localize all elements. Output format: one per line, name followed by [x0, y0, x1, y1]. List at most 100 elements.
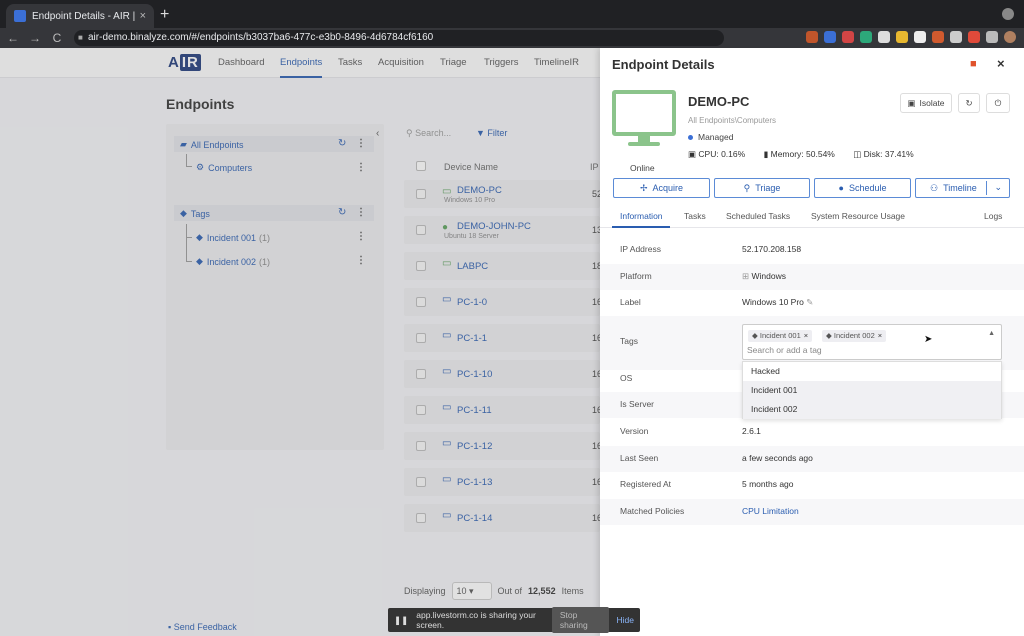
- close-icon[interactable]: ×: [997, 56, 1005, 71]
- more-icon[interactable]: ⋮: [356, 255, 366, 266]
- air-logo[interactable]: A IR: [168, 54, 201, 71]
- table-row[interactable]: ▭ PC-1-10 16: [404, 360, 602, 388]
- tag-search-input[interactable]: Search or add a tag: [747, 345, 822, 355]
- table-row[interactable]: ▭ PC-1-12 16: [404, 432, 602, 460]
- device-name[interactable]: PC-1-12: [457, 441, 492, 452]
- triage-button[interactable]: ⚲ Triage: [714, 178, 810, 198]
- refresh-icon[interactable]: ↻: [338, 138, 346, 149]
- row-checkbox[interactable]: [416, 441, 426, 451]
- timeline-button[interactable]: ⚇ Timeline ⌄: [915, 178, 1010, 198]
- puzzle-icon[interactable]: [986, 31, 998, 43]
- nav-triggers[interactable]: Triggers: [484, 48, 519, 78]
- device-name[interactable]: DEMO-PC: [457, 185, 502, 196]
- tab-scheduled-tasks[interactable]: Scheduled Tasks: [726, 211, 790, 221]
- policy-link[interactable]: CPU Limitation: [742, 506, 799, 516]
- table-row[interactable]: ▭ PC-1-1 16: [404, 324, 602, 352]
- device-name[interactable]: PC-1-13: [457, 477, 492, 488]
- back-icon[interactable]: ←: [4, 31, 22, 45]
- url-field[interactable]: ■ air-demo.binalyze.com/#/endpoints/b303…: [74, 30, 724, 46]
- nav-dashboard[interactable]: Dashboard: [218, 48, 264, 78]
- row-checkbox[interactable]: [416, 513, 426, 523]
- extension-icon[interactable]: [842, 31, 854, 43]
- row-checkbox[interactable]: [416, 477, 426, 487]
- tag-select[interactable]: ◆ Incident 001 × ◆ Incident 002 × ▲ Search…: [742, 324, 1002, 360]
- device-name[interactable]: DEMO-JOHN-PC: [457, 221, 531, 232]
- column-device-name[interactable]: Device Name: [444, 162, 498, 172]
- nav-timelineir[interactable]: TimelineIR: [534, 48, 579, 78]
- trash-icon[interactable]: ■: [970, 58, 977, 70]
- table-row[interactable]: ▭ PC-1-0 16: [404, 288, 602, 316]
- extension-icon[interactable]: [860, 31, 872, 43]
- tab-tasks[interactable]: Tasks: [684, 211, 706, 221]
- new-tab-button[interactable]: +: [160, 6, 169, 24]
- shutdown-button[interactable]: ⏻: [986, 93, 1010, 113]
- device-name[interactable]: LABPC: [457, 261, 488, 272]
- row-checkbox[interactable]: [416, 261, 426, 271]
- row-checkbox[interactable]: [416, 369, 426, 379]
- extension-icon[interactable]: [950, 31, 962, 43]
- send-feedback-link[interactable]: ▪ Send Feedback: [168, 622, 237, 632]
- remove-tag-icon[interactable]: ×: [804, 331, 808, 340]
- edit-icon[interactable]: ✎: [806, 297, 813, 307]
- extension-icon[interactable]: [806, 31, 818, 43]
- tree-tag-item[interactable]: ◆ Incident 002 (1): [196, 256, 270, 267]
- forward-icon[interactable]: →: [26, 31, 44, 45]
- more-icon[interactable]: ⋮: [356, 138, 366, 149]
- tree-computers[interactable]: ⚙ Computers: [196, 162, 252, 173]
- row-checkbox[interactable]: [416, 189, 426, 199]
- chevron-up-icon[interactable]: ▲: [988, 330, 995, 337]
- nav-acquisition[interactable]: Acquisition: [378, 48, 424, 78]
- extension-icon[interactable]: [968, 31, 980, 43]
- table-row[interactable]: ● DEMO-JOHN-PC Ubuntu 18 Server 13: [404, 216, 602, 244]
- row-checkbox[interactable]: [416, 333, 426, 343]
- schedule-button[interactable]: ● Schedule: [814, 178, 911, 198]
- tab-information[interactable]: Information: [620, 211, 663, 221]
- search-input[interactable]: ⚲ Search...: [406, 128, 451, 139]
- acquire-button[interactable]: ✢ Acquire: [613, 178, 710, 198]
- extension-icon[interactable]: [896, 31, 908, 43]
- tab-system-resource-usage[interactable]: System Resource Usage: [811, 211, 905, 221]
- column-ip[interactable]: IP: [590, 162, 599, 172]
- avatar[interactable]: [1004, 31, 1016, 43]
- isolate-button[interactable]: ▣ Isolate: [900, 93, 952, 113]
- row-checkbox[interactable]: [416, 405, 426, 415]
- row-checkbox[interactable]: [416, 225, 426, 235]
- collapse-sidebar-icon[interactable]: ‹: [376, 128, 379, 139]
- device-name[interactable]: PC-1-14: [457, 513, 492, 524]
- filter-button[interactable]: ▼ Filter: [476, 128, 507, 138]
- more-icon[interactable]: ⋮: [356, 231, 366, 242]
- tag-option[interactable]: Incident 002: [743, 400, 1001, 419]
- table-row[interactable]: ▭ PC-1-11 16: [404, 396, 602, 424]
- tree-tag-item[interactable]: ◆ Incident 001 (1): [196, 232, 270, 243]
- device-name[interactable]: PC-1-0: [457, 297, 487, 308]
- nav-tasks[interactable]: Tasks: [338, 48, 362, 78]
- refresh-button[interactable]: ↻: [958, 93, 980, 113]
- table-row[interactable]: ▭ LABPC 18: [404, 252, 602, 280]
- page-size-select[interactable]: 10 ▾: [451, 582, 492, 600]
- tree-tags[interactable]: ◆ Tags: [180, 208, 210, 219]
- window-menu-icon[interactable]: [1002, 8, 1014, 20]
- extension-icon[interactable]: [932, 31, 944, 43]
- device-name[interactable]: PC-1-1: [457, 333, 487, 344]
- more-icon[interactable]: ⋮: [356, 162, 366, 173]
- browser-tab[interactable]: Endpoint Details - AIR | Binalyz ×: [6, 4, 154, 28]
- table-row[interactable]: ▭ PC-1-14 16: [404, 504, 602, 532]
- device-name[interactable]: PC-1-10: [457, 369, 492, 380]
- hide-button[interactable]: Hide: [617, 615, 634, 625]
- extension-icon[interactable]: [824, 31, 836, 43]
- nav-triage[interactable]: Triage: [440, 48, 467, 78]
- extension-icon[interactable]: [878, 31, 890, 43]
- chevron-down-icon[interactable]: ⌄: [994, 182, 1002, 193]
- table-row[interactable]: ▭ DEMO-PC Windows 10 Pro 52: [404, 180, 602, 208]
- refresh-icon[interactable]: ↻: [338, 207, 346, 218]
- remove-tag-icon[interactable]: ×: [878, 331, 882, 340]
- tree-all-endpoints[interactable]: ▰ All Endpoints: [180, 139, 243, 150]
- reload-icon[interactable]: C: [48, 31, 66, 45]
- tag-option[interactable]: Incident 001: [743, 381, 1001, 400]
- row-checkbox[interactable]: [416, 297, 426, 307]
- stop-sharing-button[interactable]: Stop sharing: [551, 607, 609, 633]
- extension-icon[interactable]: [914, 31, 926, 43]
- more-icon[interactable]: ⋮: [356, 207, 366, 218]
- tag-option[interactable]: Hacked: [743, 362, 1001, 381]
- select-all-checkbox[interactable]: [416, 161, 426, 171]
